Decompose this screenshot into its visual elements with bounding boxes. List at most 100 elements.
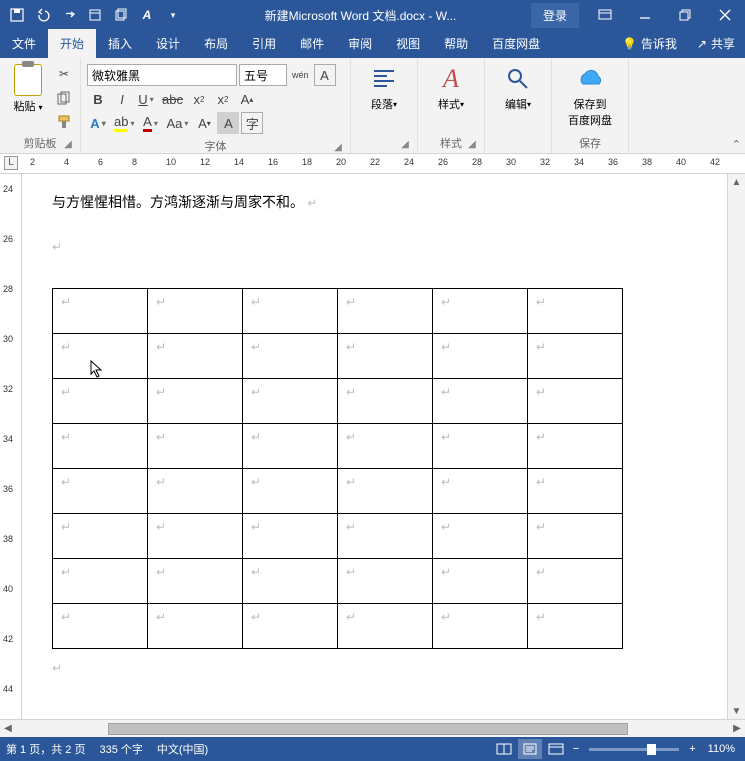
zoom-thumb[interactable] [647,744,656,755]
login-button[interactable]: 登录 [531,3,579,28]
scroll-up-icon[interactable]: ▲ [732,174,742,190]
zoom-slider[interactable] [589,748,679,751]
table-cell[interactable]: ↵ [528,604,623,649]
table-cell[interactable]: ↵ [433,559,528,604]
tab-home[interactable]: 开始 [48,29,96,58]
table-row[interactable]: ↵↵↵↵↵↵ [53,604,623,649]
scroll-left-icon[interactable]: ◀ [0,723,16,734]
scrollbar-horizontal[interactable]: ◀ ▶ [0,719,745,737]
format-painter-icon[interactable] [54,112,74,132]
tab-insert[interactable]: 插入 [96,29,144,58]
paste-button[interactable]: 粘贴 ▾ [6,60,50,114]
word-count[interactable]: 335 个字 [99,741,142,757]
table-cell[interactable]: ↵ [148,514,243,559]
font-launcher-icon[interactable]: ◢ [332,142,344,154]
table-cell[interactable]: ↵ [148,379,243,424]
tab-stop-selector[interactable]: L [4,156,18,170]
print-layout-icon[interactable] [518,739,542,759]
tab-design[interactable]: 设计 [144,29,192,58]
save-baidu-button[interactable]: 保存到百度网盘 [558,60,622,128]
editing-button[interactable]: 编辑 ▾ [491,60,545,112]
table-cell[interactable]: ↵ [53,289,148,334]
qat-button-5[interactable] [108,0,134,30]
table-cell[interactable]: ↵ [53,514,148,559]
table-cell[interactable]: ↵ [338,559,433,604]
tell-me[interactable]: 💡告诉我 [612,29,687,58]
ruler-horizontal[interactable]: L 24681012141618202224262830323436384042 [0,154,745,174]
italic-button[interactable]: I [111,88,133,110]
table-cell[interactable]: ↵ [433,424,528,469]
table-cell[interactable]: ↵ [433,289,528,334]
redo-icon[interactable] [56,0,82,30]
copy-icon[interactable] [54,88,74,108]
table-cell[interactable]: ↵ [433,514,528,559]
table-cell[interactable]: ↵ [338,469,433,514]
table-cell[interactable]: ↵ [53,559,148,604]
ribbon-display-icon[interactable] [585,0,625,30]
qat-button-6[interactable]: A [134,0,160,30]
highlight-button[interactable]: ab▾ [111,112,137,134]
table-cell[interactable]: ↵ [53,334,148,379]
scroll-down-icon[interactable]: ▼ [732,703,742,719]
font-name-input[interactable] [87,64,237,86]
paragraph-launcher-icon[interactable]: ◢ [399,139,411,151]
qat-customize-icon[interactable]: ▾ [160,0,186,30]
table-cell[interactable]: ↵ [148,424,243,469]
tab-file[interactable]: 文件 [0,29,48,58]
table-cell[interactable]: ↵ [528,424,623,469]
scrollbar-vertical[interactable]: ▲ ▼ [727,174,745,719]
table-row[interactable]: ↵↵↵↵↵↵ [53,289,623,334]
table-cell[interactable]: ↵ [243,514,338,559]
table-cell[interactable]: ↵ [528,514,623,559]
strikethrough-button[interactable]: abc [159,88,186,110]
cut-icon[interactable]: ✂ [54,64,74,84]
read-mode-icon[interactable] [492,739,516,759]
table-cell[interactable]: ↵ [148,334,243,379]
zoom-out-button[interactable]: − [569,743,583,755]
table-cell[interactable]: ↵ [338,379,433,424]
table-row[interactable]: ↵↵↵↵↵↵ [53,559,623,604]
table-cell[interactable]: ↵ [148,469,243,514]
table-cell[interactable]: ↵ [433,469,528,514]
table-cell[interactable]: ↵ [243,289,338,334]
scroll-h-thumb[interactable] [108,723,628,735]
collapse-ribbon-icon[interactable]: ⌃ [732,138,741,151]
tab-baidu[interactable]: 百度网盘 [480,29,552,58]
superscript-button[interactable]: x2 [212,88,234,110]
scroll-v-track[interactable] [728,190,745,703]
tab-references[interactable]: 引用 [240,29,288,58]
language-indicator[interactable]: 中文(中国) [157,741,208,757]
subscript-button[interactable]: x2 [188,88,210,110]
char-shading-button[interactable]: A [217,112,239,134]
table-cell[interactable]: ↵ [528,289,623,334]
document-table[interactable]: ↵↵↵↵↵↵↵↵↵↵↵↵↵↵↵↵↵↵↵↵↵↵↵↵↵↵↵↵↵↵↵↵↵↵↵↵↵↵↵↵… [52,288,623,649]
grow-font-button[interactable]: A▴ [236,88,258,110]
save-icon[interactable] [4,0,30,30]
table-cell[interactable]: ↵ [528,379,623,424]
font-color-button[interactable]: A▾ [139,112,161,134]
table-cell[interactable]: ↵ [338,424,433,469]
tab-help[interactable]: 帮助 [432,29,480,58]
table-cell[interactable]: ↵ [148,289,243,334]
table-cell[interactable]: ↵ [338,289,433,334]
shrink-font-button[interactable]: A▾ [193,112,215,134]
table-cell[interactable]: ↵ [338,334,433,379]
table-cell[interactable]: ↵ [528,559,623,604]
paragraph-button[interactable]: 段落 ▾ [357,60,411,112]
table-cell[interactable]: ↵ [148,604,243,649]
table-cell[interactable]: ↵ [243,604,338,649]
table-row[interactable]: ↵↵↵↵↵↵ [53,334,623,379]
web-layout-icon[interactable] [544,739,568,759]
share-button[interactable]: ↗共享 [687,29,745,58]
page-canvas[interactable]: 与方惺惺相惜。方鸿渐逐渐与周家不和。 ↵ ↵ ↵↵↵↵↵↵↵↵↵↵↵↵↵↵↵↵↵… [22,174,727,719]
table-cell[interactable]: ↵ [338,514,433,559]
scroll-right-icon[interactable]: ▶ [729,723,745,734]
table-row[interactable]: ↵↵↵↵↵↵ [53,424,623,469]
text-effects-button[interactable]: A▾ [87,112,109,134]
table-cell[interactable]: ↵ [243,379,338,424]
undo-icon[interactable] [30,0,56,30]
table-cell[interactable]: ↵ [243,559,338,604]
ruler-vertical[interactable]: 2426283032343638404244 [0,174,22,719]
table-cell[interactable]: ↵ [148,559,243,604]
bold-button[interactable]: B [87,88,109,110]
